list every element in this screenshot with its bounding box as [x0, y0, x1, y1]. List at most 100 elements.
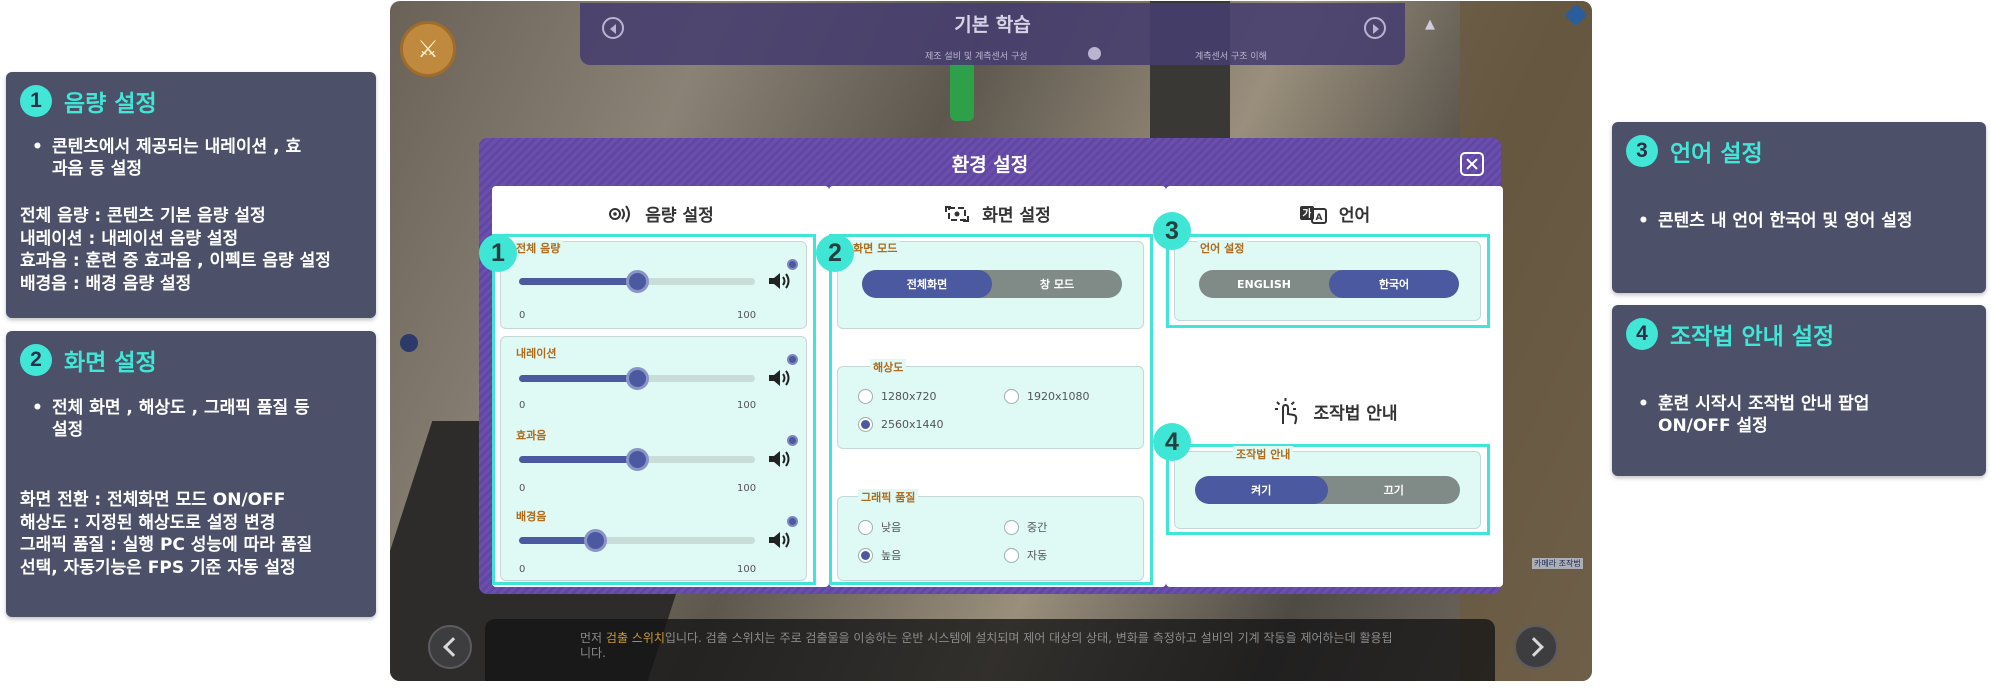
language-panel: 가 A 언어 언어 설정 ENGLISH 한국어 3 조작법 안내 조작법 안내	[1153, 186, 1503, 587]
prev-page-button[interactable]	[428, 625, 472, 669]
learning-title: 기본 학습	[954, 14, 1031, 36]
step-marker: 4	[1153, 423, 1191, 461]
step-number-badge: 2	[20, 344, 52, 376]
guide-on-option[interactable]: 켜기	[1195, 476, 1328, 504]
slider-min-label: 0	[519, 564, 526, 575]
graphics-quality-section: 그래픽 품질 낮음 중간 높음 자동	[837, 489, 1144, 581]
radio-circle[interactable]	[1004, 389, 1019, 404]
volume-indicator-dot	[787, 259, 798, 270]
panel-heading-text: 조작법 안내	[1313, 403, 1398, 424]
app-logo: ⚔	[400, 21, 456, 77]
chapter-prev-label: 제조 설비 및 계측센서 구성	[925, 52, 1028, 62]
screen-mode-toggle[interactable]: 전체화면 창 모드	[862, 270, 1122, 298]
slider-max-label: 100	[737, 310, 757, 321]
radio-circle[interactable]	[858, 519, 873, 535]
guide-off-option[interactable]: 끄기	[1328, 476, 1461, 504]
window-mode-option[interactable]: 창 모드	[992, 270, 1122, 298]
dialog-title: 환경 설정	[951, 154, 1029, 176]
speaker-icon[interactable]	[767, 449, 795, 469]
card-header: 3 언어 설정	[1626, 134, 1763, 168]
step-number-badge: 1	[20, 85, 52, 117]
panel-heading-text: 음량 설정	[645, 206, 714, 226]
quality-option-high[interactable]: 높음	[858, 547, 901, 563]
card-bullet: 콘텐츠 내 언어 한국어 및 영어 설정	[1638, 210, 1978, 232]
settings-dialog: 환경 설정 음량 설정 전체 음량 0 100 내레이션 0 100 효과음 0…	[479, 138, 1503, 594]
next-chapter-button[interactable]	[1364, 17, 1386, 39]
resolution-option-1920[interactable]: 1920x1080	[1004, 389, 1090, 404]
radio-circle[interactable]	[1004, 519, 1019, 535]
radio-circle[interactable]	[858, 547, 873, 563]
volume-slider[interactable]	[519, 367, 755, 390]
close-button[interactable]	[1460, 152, 1484, 176]
volume-slider[interactable]	[519, 529, 755, 552]
side-expand-icon[interactable]	[400, 334, 418, 352]
slider-label: 내레이션	[513, 345, 560, 361]
card-title: 언어 설정	[1670, 141, 1763, 167]
language-icon: 가 A	[1299, 205, 1327, 224]
resolution-option-1280[interactable]: 1280x720	[858, 389, 937, 404]
volume-section-narration: 내레이션 0 100 효과음 0 100 배경음 0 100	[500, 336, 807, 581]
controls-guide-section: 조작법 안내 켜기 끄기	[1174, 446, 1481, 529]
card-title: 조작법 안내 설정	[1670, 324, 1835, 350]
svg-text:가: 가	[1302, 207, 1312, 220]
radio-label: 2560x1440	[881, 418, 944, 431]
quality-option-auto[interactable]: 자동	[1004, 547, 1047, 563]
slider-max-label: 100	[737, 483, 757, 494]
resolution-option-2560[interactable]: 2560x1440	[858, 417, 944, 432]
card-header: 4 조작법 안내 설정	[1626, 317, 1834, 351]
step-number-badge: 4	[1626, 318, 1658, 350]
language-toggle[interactable]: ENGLISH 한국어	[1199, 270, 1459, 298]
learning-header-bar: 기본 학습 제조 설비 및 계측센서 구성 계측센서 구조 이해	[580, 3, 1405, 65]
next-page-button[interactable]	[1514, 625, 1558, 669]
radio-label: 1920x1080	[1027, 390, 1090, 403]
card-bullet: 전체 화면 , 해상도 , 그래픽 품질 등 설정	[32, 397, 362, 441]
volume-indicator-dot	[787, 354, 798, 365]
section-label: 조작법 안내	[1233, 446, 1294, 462]
slider-max-label: 100	[737, 400, 757, 411]
radio-circle[interactable]	[858, 389, 873, 404]
card-title: 음량 설정	[64, 91, 157, 117]
slider-max-label: 100	[737, 564, 757, 575]
step-marker: 2	[816, 234, 854, 272]
section-label: 해상도	[870, 359, 907, 375]
controls-guide-toggle[interactable]: 켜기 끄기	[1195, 476, 1460, 504]
step-marker: 1	[479, 234, 517, 272]
card-bullet: 훈련 시작시 조작법 안내 팝업 ON/OFF 설정	[1638, 393, 1978, 437]
scene-green-light	[950, 61, 974, 121]
quality-option-medium[interactable]: 중간	[1004, 519, 1047, 535]
prev-chapter-button[interactable]	[602, 17, 624, 39]
radio-circle[interactable]	[858, 417, 873, 432]
radio-label: 높음	[881, 549, 902, 562]
speaker-icon[interactable]	[767, 368, 795, 388]
narration-text-start: 먼저	[580, 631, 606, 645]
volume-panel: 음량 설정 전체 음량 0 100 내레이션 0 100 효과음 0 100 배…	[479, 186, 829, 587]
radio-circle[interactable]	[1004, 547, 1019, 563]
card-description: 전체 음량 : 콘텐츠 기본 음량 설정 내레이션 : 내레이션 음량 설정 효…	[20, 206, 331, 294]
collapse-chevron-icon[interactable]: ▲	[1425, 17, 1435, 32]
english-option[interactable]: ENGLISH	[1199, 270, 1329, 298]
speaker-icon[interactable]	[767, 530, 795, 550]
volume-slider[interactable]	[519, 448, 755, 471]
card-title: 화면 설정	[64, 350, 157, 376]
card-header: 2 화면 설정	[20, 343, 157, 377]
radio-label: 1280x720	[881, 390, 937, 403]
quality-option-low[interactable]: 낮음	[858, 519, 901, 535]
screen-mode-section: 화면 모드 전체화면 창 모드	[837, 240, 1144, 329]
camera-help-label[interactable]: 카메라 조작법	[1532, 558, 1583, 569]
chapter-dropdown-icon[interactable]	[1088, 47, 1101, 60]
korean-option[interactable]: 한국어	[1329, 270, 1459, 298]
annotation-card-volume: 1 음량 설정 콘텐츠에서 제공되는 내레이션 , 효 과음 등 설정 전체 음…	[6, 72, 376, 318]
volume-settings-icon	[609, 204, 631, 223]
annotation-card-screen: 2 화면 설정 전체 화면 , 해상도 , 그래픽 품질 등 설정 화면 전환 …	[6, 331, 376, 617]
chapter-next-label: 계측센서 구조 이해	[1195, 52, 1267, 62]
annotation-card-controls: 4 조작법 안내 설정 훈련 시작시 조작법 안내 팝업 ON/OFF 설정	[1612, 305, 1986, 476]
annotation-card-language: 3 언어 설정 콘텐츠 내 언어 한국어 및 영어 설정	[1612, 122, 1986, 293]
section-label: 그래픽 품질	[858, 489, 919, 505]
speaker-icon[interactable]	[767, 271, 795, 291]
fullscreen-option[interactable]: 전체화면	[862, 270, 992, 298]
bullet-line: 과음 등 설정	[52, 159, 143, 179]
slider-min-label: 0	[519, 483, 526, 494]
volume-slider[interactable]	[519, 270, 755, 293]
slider-min-label: 0	[519, 310, 526, 321]
step-marker: 3	[1153, 212, 1191, 250]
